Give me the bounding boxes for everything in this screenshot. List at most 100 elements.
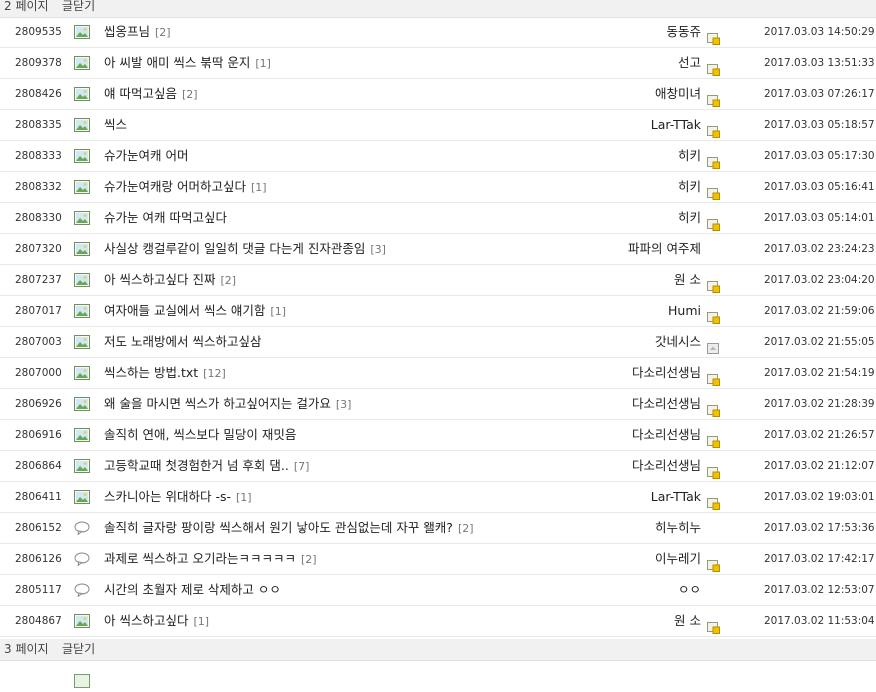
author-nickname[interactable]: 다소리선생님 bbox=[632, 451, 720, 481]
post-number: 2807320 bbox=[15, 243, 62, 255]
author-nickname[interactable]: ㅇㅇ bbox=[678, 575, 701, 605]
post-row[interactable]: 2806411 스카니아는 위대하다 -s- [1] Lar-TTak 2017.03.… bbox=[0, 482, 876, 513]
author-nickname[interactable]: 히누히누 bbox=[655, 513, 701, 543]
author-nickname[interactable]: 원 소 bbox=[674, 606, 720, 636]
post-date: 2017.03.03 14:50:29 bbox=[764, 26, 875, 38]
comment-count[interactable]: [1] bbox=[270, 305, 286, 318]
post-row[interactable]: 2806916 솔직히 연애, 씩스보다 밀당이 재밋음 다소리선생님 2017.03… bbox=[0, 420, 876, 451]
author-nickname[interactable]: 이누레기 bbox=[655, 544, 720, 574]
post-title-link[interactable]: 고등학교때 첫경험한거 넘 후회 댐.. [7] bbox=[104, 451, 309, 482]
post-title-link[interactable]: 여자애들 교실에서 씩스 얘기함 [1] bbox=[104, 296, 286, 327]
comment-count[interactable]: [2] bbox=[220, 274, 236, 287]
post-title-link[interactable]: 솔직히 글자랑 팡이랑 씩스해서 원기 낳아도 관심없는데 자꾸 왤캐? [2] bbox=[104, 513, 474, 544]
post-row[interactable]: 2806864 고등학교때 첫경험한거 넘 후회 댐.. [7] 다소리선생님 2017… bbox=[0, 451, 876, 482]
post-title-link[interactable]: 과제로 씩스하고 오기라는ㅋㅋㅋㅋㅋ [2] bbox=[104, 544, 317, 575]
author-nickname[interactable]: 다소리선생님 bbox=[632, 358, 720, 388]
close-posts-link[interactable]: 글닫기 bbox=[62, 639, 95, 659]
post-title-link[interactable]: 아 씨발 애미 씩스 붂딱 운지 [1] bbox=[104, 48, 271, 79]
post-row[interactable]: 2806126 과제로 씩스하고 오기라는ㅋㅋㅋㅋㅋ [2] 이누레기 2017.03.… bbox=[0, 544, 876, 575]
post-title-link[interactable]: 씹옹프님 [2] bbox=[104, 17, 171, 48]
post-title-link[interactable]: 솔직히 연애, 씩스보다 밀당이 재밋음 bbox=[104, 420, 296, 450]
post-row[interactable]: 2808330 슈가눈 여캐 따먹고싶다 히키 2017.03.03 05:14:01 bbox=[0, 203, 876, 234]
author-nickname[interactable]: 다소리선생님 bbox=[632, 389, 720, 419]
post-row[interactable]: 2808426 얘 따먹고싶음 [2] 애창미녀 2017.03.03 07:26:17 bbox=[0, 79, 876, 110]
post-title-link[interactable]: 슈가눈여캐랑 어머하고싶다 [1] bbox=[104, 172, 267, 203]
post-title-link[interactable]: 왜 술을 마시면 씩스가 하고싶어지는 걸가요 [3] bbox=[104, 389, 351, 420]
author-nickname[interactable]: Humi bbox=[668, 296, 720, 326]
author-nickname[interactable]: 선고 bbox=[678, 48, 720, 78]
post-row[interactable]: 2807320 사실상 캥걸루같이 일일히 댓글 다는게 진자관종임 [3] 파파의 … bbox=[0, 234, 876, 265]
author-name-text: Lar-TTak bbox=[650, 489, 701, 504]
post-row[interactable]: 2809535 씹옹프님 [2] 동동쥬 2017.03.03 14:50:29 bbox=[0, 17, 876, 48]
post-number: 2807017 bbox=[15, 305, 62, 317]
post-row[interactable]: 2809378 아 씨발 애미 씩스 붂딱 운지 [1] 선고 2017.03.03 1… bbox=[0, 48, 876, 79]
post-row[interactable]: 2808335 씩스 Lar-TTak 2017.03.03 05:18:57 bbox=[0, 110, 876, 141]
author-nickname[interactable]: 동동쥬 bbox=[666, 17, 720, 47]
post-row[interactable]: 2805117 시간의 초월자 제로 삭제하고 ㅇㅇ ㅇㅇ 2017.03.02 12… bbox=[0, 575, 876, 606]
post-title-text: 슈가눈 여캐 따먹고싶다 bbox=[104, 210, 227, 225]
post-title-link[interactable]: 슈가눈 여캐 따먹고싶다 bbox=[104, 203, 227, 233]
post-row[interactable]: 2806926 왜 술을 마시면 씩스가 하고싶어지는 걸가요 [3] 다소리선생님 2… bbox=[0, 389, 876, 420]
post-title-link[interactable]: 아 씩스하고싶다 진짜 [2] bbox=[104, 265, 236, 296]
comment-count[interactable]: [1] bbox=[193, 615, 209, 628]
post-title-link[interactable]: 얘 따먹고싶음 [2] bbox=[104, 79, 198, 110]
comment-count[interactable]: [2] bbox=[301, 553, 317, 566]
gold-icon bbox=[707, 491, 720, 510]
comment-count[interactable]: [3] bbox=[370, 243, 386, 256]
close-posts-link[interactable]: 글닫기 bbox=[62, 0, 95, 16]
author-nickname[interactable]: 히키 bbox=[678, 172, 720, 202]
author-nickname[interactable]: Lar-TTak bbox=[651, 482, 720, 512]
comment-count[interactable]: [3] bbox=[336, 398, 352, 411]
author-nickname[interactable]: 다소리선생님 bbox=[632, 420, 720, 450]
comment-count[interactable]: [1] bbox=[251, 181, 267, 194]
post-title-text: 얘 따먹고싶음 bbox=[104, 86, 177, 101]
post-title-link[interactable]: 슈가눈여캐 어머 bbox=[104, 141, 188, 171]
comment-count[interactable]: [7] bbox=[294, 460, 310, 473]
post-title-link[interactable]: 스카니아는 위대하다 -s- [1] bbox=[104, 482, 252, 513]
comment-count[interactable]: [2] bbox=[182, 88, 198, 101]
author-name-text: 다소리선생님 bbox=[631, 427, 701, 442]
author-nickname[interactable]: 파파의 여주제 bbox=[628, 234, 701, 264]
author-nickname[interactable]: 히키 bbox=[678, 203, 720, 233]
post-number: 2808426 bbox=[15, 88, 62, 100]
comment-count[interactable]: [1] bbox=[236, 491, 252, 504]
gold-icon bbox=[707, 553, 720, 572]
post-row[interactable]: 2806152 솔직히 글자랑 팡이랑 씩스해서 원기 낳아도 관심없는데 자꾸 … bbox=[0, 513, 876, 544]
comment-count[interactable]: [12] bbox=[203, 367, 226, 380]
author-name-text: 애창미녀 bbox=[654, 86, 701, 101]
post-title-text: 여자애들 교실에서 씩스 얘기함 bbox=[104, 303, 266, 318]
comment-count[interactable]: [2] bbox=[155, 26, 171, 39]
post-row[interactable]: 2804867 아 씩스하고싶다 [1] 원 소 2017.03.02 11:53:04 bbox=[0, 606, 876, 637]
author-nickname[interactable]: 애창미녀 bbox=[655, 79, 720, 109]
post-title-text: 아 씩스하고싶다 진짜 bbox=[104, 272, 216, 287]
speech-bubble-icon bbox=[74, 552, 90, 566]
author-nickname[interactable]: 갓네시스 bbox=[655, 327, 720, 357]
post-row[interactable]: 2808333 슈가눈여캐 어머 히키 2017.03.03 05:17:30 bbox=[0, 141, 876, 172]
author-name-text: 다소리선생님 bbox=[631, 365, 701, 380]
author-nickname[interactable]: Lar-TTak bbox=[651, 110, 720, 140]
post-title-link[interactable]: 씩스 bbox=[104, 110, 127, 140]
post-title-link[interactable]: 시간의 초월자 제로 삭제하고 ㅇㅇ bbox=[104, 575, 281, 605]
post-row[interactable]: 2807017 여자애들 교실에서 씩스 얘기함 [1] Humi 2017.03.02… bbox=[0, 296, 876, 327]
image-icon bbox=[74, 273, 90, 287]
post-title-link[interactable]: 아 씩스하고싶다 [1] bbox=[104, 606, 209, 637]
gold-icon bbox=[707, 615, 720, 634]
author-nickname[interactable]: 히키 bbox=[678, 141, 720, 171]
post-row[interactable]: 2807237 아 씩스하고싶다 진짜 [2] 원 소 2017.03.02 23:04… bbox=[0, 265, 876, 296]
post-title-link[interactable]: 사실상 캥걸루같이 일일히 댓글 다는게 진자관종임 [3] bbox=[104, 234, 386, 265]
author-nickname[interactable]: 원 소 bbox=[674, 265, 720, 295]
post-title-link[interactable]: 저도 노래방에서 씩스하고싶삼 bbox=[104, 327, 261, 357]
post-row[interactable]: 2807003 저도 노래방에서 씩스하고싶삼 갓네시스 2017.03.02 21:… bbox=[0, 327, 876, 358]
post-date: 2017.03.02 21:28:39 bbox=[764, 398, 875, 410]
post-number: 2808330 bbox=[15, 212, 62, 224]
comment-count[interactable]: [2] bbox=[458, 522, 474, 535]
post-number: 2807237 bbox=[15, 274, 62, 286]
post-row[interactable]: 2808332 슈가눈여캐랑 어머하고싶다 [1] 히키 2017.03.03 05:1… bbox=[0, 172, 876, 203]
author-name-text: Lar-TTak bbox=[650, 117, 701, 132]
post-row[interactable]: 2807000 씩스하는 방법.txt [12] 다소리선생님 2017.03.02 2… bbox=[0, 358, 876, 389]
post-title-link[interactable]: 씩스하는 방법.txt [12] bbox=[104, 358, 226, 389]
comment-count[interactable]: [1] bbox=[255, 57, 271, 70]
post-title-text: 고등학교때 첫경험한거 넘 후회 댐.. bbox=[104, 458, 289, 473]
post-date: 2017.03.03 13:51:33 bbox=[764, 57, 875, 69]
author-name-text: 동동쥬 bbox=[666, 24, 701, 39]
